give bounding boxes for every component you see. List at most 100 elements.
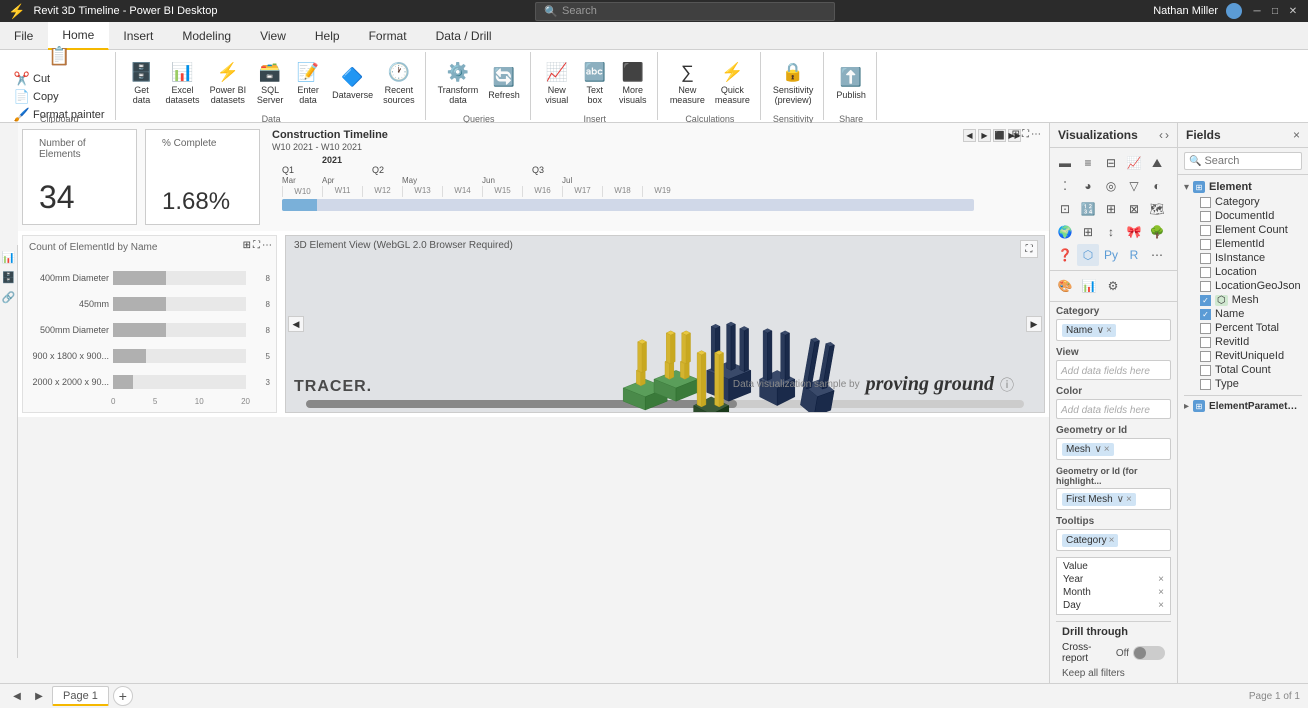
field-revituniqueid[interactable]: RevitUniqueId xyxy=(1184,349,1302,363)
field-category[interactable]: Category xyxy=(1184,195,1302,209)
minimize-button[interactable]: ─ xyxy=(1250,4,1264,18)
page-1-tab[interactable]: Page 1 xyxy=(52,686,109,706)
new-measure-button[interactable]: ∑ Newmeasure xyxy=(666,54,709,112)
close-button[interactable]: ✕ xyxy=(1286,4,1300,18)
well-geometry-highlight-dropdown[interactable]: ∨ xyxy=(1117,494,1124,505)
well-tooltips-box[interactable]: Category × xyxy=(1056,529,1171,551)
titlebar-search-box[interactable]: 🔍 Search xyxy=(535,2,835,21)
sidebar-model-icon[interactable]: 🔗 xyxy=(1,289,17,305)
viz-funnel-icon[interactable]: ▽ xyxy=(1123,175,1145,197)
viz-panel-left-arrow[interactable]: ‹ xyxy=(1159,128,1163,142)
viz-area-icon[interactable]: ⛰ xyxy=(1146,152,1168,174)
timeline-next2[interactable]: ⬛ xyxy=(993,129,1006,142)
field-mesh-checkbox[interactable]: ✓ xyxy=(1200,295,1211,306)
bar-chart-filter-icon[interactable]: ⊞ xyxy=(243,240,251,251)
well-color-box[interactable]: Add data fields here xyxy=(1056,399,1171,419)
well-category-box[interactable]: Name ∨ × xyxy=(1056,319,1171,341)
tab-data-drill[interactable]: Data / Drill xyxy=(422,22,507,50)
tooltip-month-remove[interactable]: × xyxy=(1158,587,1164,598)
fields-search-input[interactable] xyxy=(1204,155,1297,167)
tab-modeling[interactable]: Modeling xyxy=(168,22,246,50)
timeline-filter-icon[interactable]: ⊞ xyxy=(1012,129,1020,140)
dataverse-button[interactable]: 🔷 Dataverse xyxy=(328,54,377,112)
copy-button[interactable]: 📄 Copy xyxy=(10,88,109,106)
page-prev-button[interactable]: ◀ xyxy=(8,687,26,705)
field-documentid-checkbox[interactable] xyxy=(1200,211,1211,222)
viz-format-icon[interactable]: 🎨 xyxy=(1054,275,1076,297)
viz-filled-map-icon[interactable]: 🌍 xyxy=(1054,221,1076,243)
sql-button[interactable]: 🗃️ SQLServer xyxy=(252,54,288,112)
well-geometry-id-remove[interactable]: × xyxy=(1104,444,1110,455)
transform-button[interactable]: ⚙️ Transformdata xyxy=(434,54,483,112)
field-location[interactable]: Location xyxy=(1184,265,1302,279)
get-data-button[interactable]: 🗄️ Getdata xyxy=(124,54,160,112)
well-tooltips-category-remove[interactable]: × xyxy=(1109,535,1115,546)
viz-scatter-icon[interactable]: ⁚ xyxy=(1054,175,1076,197)
viz-qa-icon[interactable]: ❓ xyxy=(1054,244,1076,266)
field-elementcount-checkbox[interactable] xyxy=(1200,225,1211,236)
viz-table-icon[interactable]: ⊞ xyxy=(1100,198,1122,220)
field-mesh[interactable]: ✓ ⬡ Mesh xyxy=(1184,293,1302,307)
timeline-focus-icon[interactable]: ⛶ xyxy=(1022,129,1029,140)
field-elementcount[interactable]: Element Count xyxy=(1184,223,1302,237)
tooltip-day-remove[interactable]: × xyxy=(1158,600,1164,611)
tab-view[interactable]: View xyxy=(246,22,301,50)
enter-data-button[interactable]: 📝 Enterdata xyxy=(290,54,326,112)
maximize-button[interactable]: □ xyxy=(1268,4,1282,18)
viz-gauge-icon[interactable]: ◐ xyxy=(1146,175,1168,197)
viz-r-icon[interactable]: R xyxy=(1123,244,1145,266)
field-isinstance-checkbox[interactable] xyxy=(1200,253,1211,264)
tab-help[interactable]: Help xyxy=(301,22,355,50)
field-documentid[interactable]: DocumentId xyxy=(1184,209,1302,223)
field-type[interactable]: Type xyxy=(1184,377,1302,391)
well-category-dropdown[interactable]: ∨ xyxy=(1097,325,1104,336)
fields-elementparamtext-header[interactable]: ▸ ⊞ ElementParameterText... xyxy=(1184,395,1302,414)
field-type-checkbox[interactable] xyxy=(1200,379,1211,390)
bar-chart-more-icon[interactable]: ⋯ xyxy=(262,240,272,251)
viz-panel-right-arrow[interactable]: › xyxy=(1165,128,1169,142)
field-category-checkbox[interactable] xyxy=(1200,197,1211,208)
viz-line-icon[interactable]: 📈 xyxy=(1123,152,1145,174)
field-isinstance[interactable]: IsInstance xyxy=(1184,251,1302,265)
field-location-checkbox[interactable] xyxy=(1200,267,1211,278)
timeline-more-icon[interactable]: ⋯ xyxy=(1031,129,1041,140)
publish-button[interactable]: ⬆️ Publish xyxy=(832,54,870,112)
well-view-box[interactable]: Add data fields here xyxy=(1056,360,1171,380)
viz-stacked-bar-icon[interactable]: ▬ xyxy=(1054,152,1076,174)
viz-python-icon[interactable]: Py xyxy=(1100,244,1122,266)
viz-treemap-icon[interactable]: ⊞ xyxy=(1077,221,1099,243)
field-revitid-checkbox[interactable] xyxy=(1200,337,1211,348)
timeline-next1[interactable]: ▶ xyxy=(978,129,991,142)
well-geometry-id-box[interactable]: Mesh ∨ × xyxy=(1056,438,1171,460)
recent-sources-button[interactable]: 🕐 Recentsources xyxy=(379,54,419,112)
paste-button[interactable]: 📋 xyxy=(10,42,109,70)
fields-search-box[interactable]: 🔍 xyxy=(1184,152,1302,170)
tab-format[interactable]: Format xyxy=(355,22,422,50)
viz-card-icon[interactable]: ⊡ xyxy=(1054,198,1076,220)
field-locationgeojson-checkbox[interactable] xyxy=(1200,281,1211,292)
field-totalcount[interactable]: Total Count xyxy=(1184,363,1302,377)
bar-chart-focus-icon[interactable]: ⛶ xyxy=(253,240,260,251)
field-revitid[interactable]: RevitId xyxy=(1184,335,1302,349)
viz-map-icon[interactable]: 🗺 xyxy=(1146,198,1168,220)
refresh-button[interactable]: 🔄 Refresh xyxy=(484,54,524,112)
new-visual-button[interactable]: 📈 Newvisual xyxy=(539,54,575,112)
field-name-checkbox[interactable]: ✓ xyxy=(1200,309,1211,320)
fields-panel-close-icon[interactable]: × xyxy=(1293,128,1300,142)
well-geometry-id-dropdown[interactable]: ∨ xyxy=(1094,444,1101,455)
excel-button[interactable]: 📊 Exceldatasets xyxy=(162,54,204,112)
powerbi-datasets-button[interactable]: ⚡ Power BIdatasets xyxy=(206,54,251,112)
viz-ribbon-icon[interactable]: 🎀 xyxy=(1123,221,1145,243)
cut-button[interactable]: ✂️ Cut xyxy=(10,70,109,88)
well-geometry-highlight-box[interactable]: First Mesh ∨ × xyxy=(1056,488,1171,510)
field-elementid-checkbox[interactable] xyxy=(1200,239,1211,250)
sensitivity-button[interactable]: 🔒 Sensitivity(preview) xyxy=(769,54,818,112)
viz-waterfall-icon[interactable]: ↕ xyxy=(1100,221,1122,243)
tab-insert[interactable]: Insert xyxy=(109,22,168,50)
add-page-button[interactable]: + xyxy=(113,686,133,706)
viz-100pct-bar-icon[interactable]: ⊟ xyxy=(1100,152,1122,174)
viz-pie-icon[interactable]: ◕ xyxy=(1077,175,1099,197)
fields-element-group-header[interactable]: ▾ ⊞ Element xyxy=(1184,179,1302,195)
viz-custom-icon[interactable]: ⬡ xyxy=(1077,244,1099,266)
viz-clustered-bar-icon[interactable]: ≡ xyxy=(1077,152,1099,174)
